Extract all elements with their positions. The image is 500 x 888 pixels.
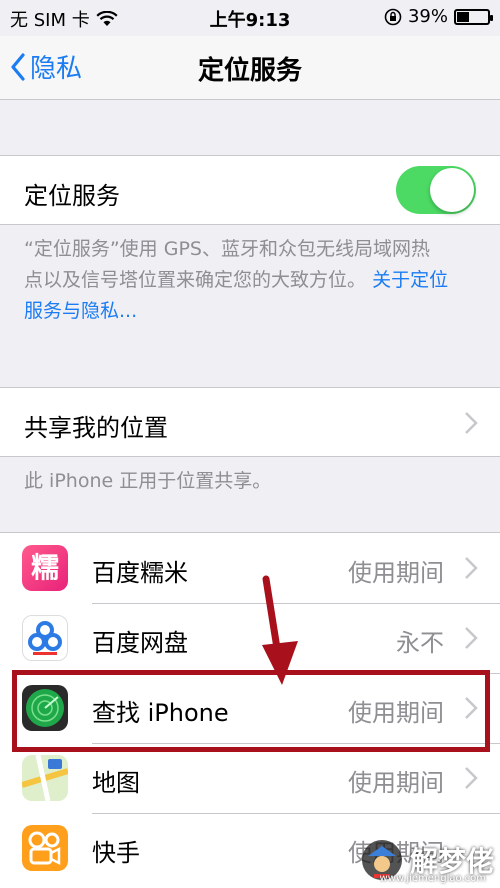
battery-fill xyxy=(457,11,469,22)
watermark: 解梦佬 www.jiemenglao.com xyxy=(360,838,494,884)
baidu-netdisk-icon xyxy=(22,615,68,661)
status-bar: 无 SIM 卡 上午9:13 39% xyxy=(0,0,500,36)
description-line-1: “定位服务”使用 GPS、蓝牙和众包无线局域网热 xyxy=(24,238,430,260)
share-my-location-label: 共享我的位置 xyxy=(24,414,168,442)
page-title: 定位服务 xyxy=(197,56,302,86)
location-services-cell: 定位服务 xyxy=(0,155,500,225)
kuaishou-icon xyxy=(22,825,68,871)
app-permission: 永不 xyxy=(396,629,444,657)
chevron-right-icon xyxy=(465,627,478,649)
about-location-privacy-link-cont[interactable]: 服务与隐私... xyxy=(24,300,137,322)
app-permission: 使用期间 xyxy=(348,769,444,797)
status-right: 39% xyxy=(384,6,493,27)
app-name: 地图 xyxy=(92,769,140,797)
watermark-url: www.jiemenglao.com xyxy=(379,873,486,884)
app-name: 百度网盘 xyxy=(92,629,188,657)
orientation-lock-icon xyxy=(384,8,402,25)
navigation-bar: 隐私 定位服务 xyxy=(0,36,500,100)
app-name: 快手 xyxy=(92,839,140,867)
chevron-right-icon xyxy=(465,767,478,789)
app-name: 百度糯米 xyxy=(92,559,188,587)
location-services-label: 定位服务 xyxy=(24,182,120,210)
toggle-knob xyxy=(430,168,474,212)
location-services-toggle[interactable] xyxy=(396,166,476,214)
description-line-2: 点以及信号塔位置来确定您的大致方位。 xyxy=(24,269,367,291)
share-my-location-cell[interactable]: 共享我的位置 xyxy=(0,387,500,457)
chevron-right-icon xyxy=(465,557,478,579)
chevron-right-icon xyxy=(465,412,478,434)
about-location-privacy-link[interactable]: 关于定位 xyxy=(372,269,448,291)
baidu-nuomi-icon: 糯 xyxy=(22,545,68,591)
app-row-maps[interactable]: 地图 使用期间 xyxy=(0,743,500,813)
location-services-description: “定位服务”使用 GPS、蓝牙和众包无线局域网热 点以及信号塔位置来确定您的大致… xyxy=(24,234,476,327)
battery-percent: 39% xyxy=(407,6,448,27)
annotation-arrow xyxy=(262,575,298,685)
share-location-footnote: 此 iPhone 正用于位置共享。 xyxy=(24,470,272,492)
battery-icon xyxy=(454,8,493,25)
maps-icon xyxy=(22,755,68,801)
app-permission: 使用期间 xyxy=(348,559,444,587)
